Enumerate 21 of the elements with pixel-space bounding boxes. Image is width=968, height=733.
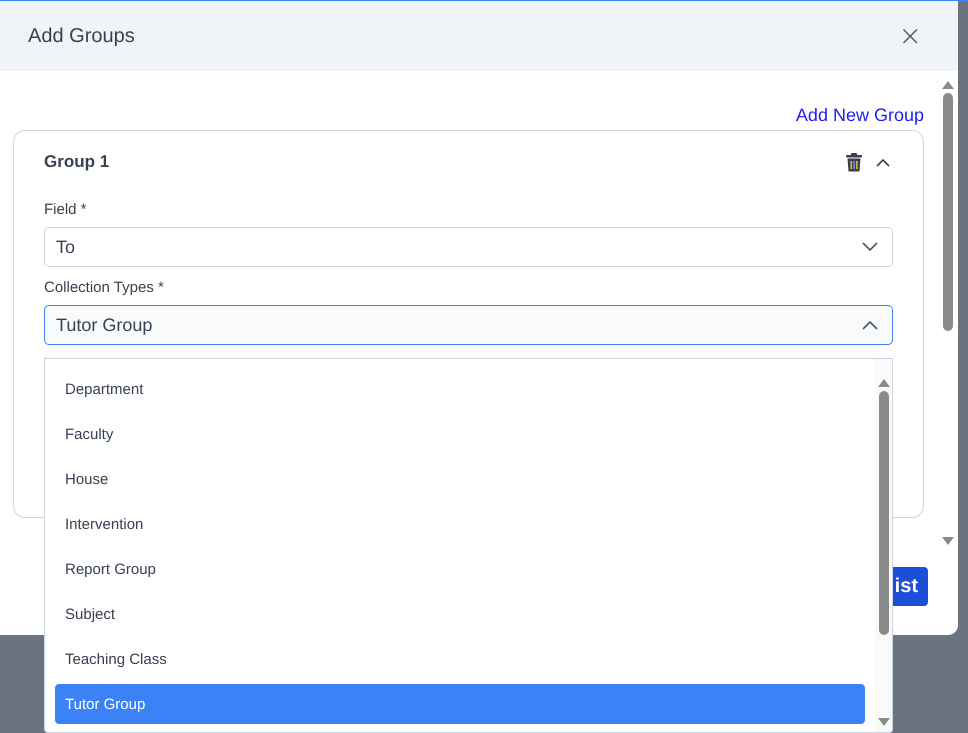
dropdown-option[interactable]: Faculty xyxy=(55,414,865,454)
chevron-icon xyxy=(862,320,878,330)
select-field[interactable]: Tutor Group xyxy=(44,305,893,345)
dropdown-option[interactable]: Intervention xyxy=(55,504,865,544)
dropdown-option[interactable]: Teaching Class xyxy=(55,639,865,679)
field-label: Collection Types * xyxy=(44,279,165,296)
dialog-title: Add Groups xyxy=(28,24,135,48)
close-button[interactable]: × xyxy=(898,22,922,50)
add-new-group-link[interactable]: Add New Group xyxy=(796,105,924,130)
field-label: Field * xyxy=(44,201,88,218)
select-field[interactable]: To xyxy=(44,227,893,267)
dropdown-option[interactable]: House xyxy=(55,459,865,499)
dropdown-option[interactable]: Department xyxy=(55,369,865,409)
dropdown-option[interactable]: Report Group xyxy=(55,549,865,589)
collapse-chevron-icon[interactable] xyxy=(876,158,890,166)
dropdown-option[interactable]: Tutor Group xyxy=(55,684,865,724)
dropdown-option[interactable]: Subject xyxy=(55,594,865,634)
chevron-icon xyxy=(862,242,878,252)
trash-icon[interactable] xyxy=(846,152,862,172)
group-title: Group 1 xyxy=(44,152,110,172)
scrollbar[interactable] xyxy=(875,359,892,732)
